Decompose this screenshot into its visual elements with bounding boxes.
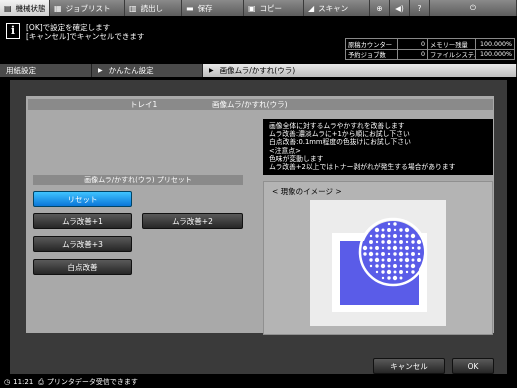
tab-machine-status[interactable]: ▤ 機械状態 [0, 0, 50, 16]
mura-plus3-button[interactable]: ムラ改善+3 [33, 236, 132, 252]
volume-icon[interactable]: ◀) [390, 0, 410, 16]
reserved-jobs-value: 0 [398, 50, 428, 59]
machine-icon: ▤ [4, 3, 12, 13]
filesystem-value: 100.000% [479, 51, 512, 58]
scan-icon: ◢ [308, 3, 315, 13]
description-line: <注意点> [269, 146, 301, 155]
mura-plus1-button[interactable]: ムラ改善+1 [33, 213, 132, 229]
white-spot-button[interactable]: 白点改善 [33, 259, 132, 275]
description-line: 白点改善:0.1mm程度の色抜けにお試し下さい [269, 138, 411, 147]
mura-plus2-button[interactable]: ムラ改善+2 [142, 213, 243, 229]
copy-icon: ▣ [248, 3, 256, 13]
tab-save[interactable]: ▬ 保存 [182, 0, 244, 16]
status-bar: ◷ 11:21 ⎙ プリンタデータ受信できます [0, 376, 517, 388]
tab-retrieve[interactable]: ▥ 読出し [125, 0, 182, 16]
image-preview-label: < 現象のイメージ > [272, 187, 342, 196]
globe-icon[interactable]: ⊕ [370, 0, 390, 16]
tab-copy[interactable]: ▣ コピー [244, 0, 304, 16]
filesystem-label: ファイルシステム残量 [428, 50, 476, 59]
cancel-button[interactable]: キャンセル [373, 358, 445, 374]
retrieve-icon: ▥ [129, 3, 137, 13]
message-line-2: [キャンセル]でキャンセルできます [26, 32, 145, 41]
ok-button[interactable]: OK [452, 358, 494, 374]
description-line: 画像全体に対するムラやかすれを改善します [269, 122, 405, 130]
breadcrumb-paper-setting[interactable]: 用紙設定 [0, 64, 92, 77]
tab-job-list[interactable]: ▦ ジョブリスト [50, 0, 125, 16]
memory-value: 100.000% [479, 40, 512, 48]
status-time: 11:21 [13, 378, 34, 386]
info-icon: i [6, 23, 20, 39]
reserved-jobs-label: 予約ジョブ数 [346, 50, 398, 59]
preset-title: 画像ムラ/かすれ(ウラ) プリセット [33, 175, 243, 185]
status-table: 原稿カウンター 0 メモリー残量 100.000% 予約ジョブ数 0 ファイルシ… [345, 38, 515, 60]
breadcrumb: 用紙設定 ▶ かんたん設定 ▶ 画像ムラ/かすれ(ウラ) [0, 64, 517, 77]
image-preview-box: < 現象のイメージ > [263, 181, 493, 335]
page-title: 画像ムラ/かすれ(ウラ) [212, 100, 288, 109]
memory-label: メモリー残量 [428, 39, 476, 49]
top-tab-bar: ▤ 機械状態 ▦ ジョブリスト ▥ 読出し ▬ 保存 ▣ コピー ◢ スキャン … [0, 0, 517, 16]
reset-button[interactable]: リセット [33, 191, 132, 207]
printer-icon: ⎙ [38, 377, 44, 386]
help-icon[interactable]: ? [410, 0, 430, 16]
chevron-right-icon: ▶ [98, 67, 103, 74]
description-line: ムラ改善+2以上ではトナー剥がれが発生する場合があります [269, 163, 456, 172]
original-counter-value: 0 [398, 39, 428, 49]
description-box: 画像全体に対するムラやかすれを改善します ムラ改善:濃淡ムラに+1から順にお試し… [263, 119, 493, 175]
breadcrumb-current: ▶ 画像ムラ/かすれ(ウラ) [203, 64, 517, 77]
section-header: トレイ1 画像ムラ/かすれ(ウラ) [28, 99, 493, 110]
phenomenon-illustration [310, 200, 446, 326]
tray-label: トレイ1 [130, 100, 158, 109]
power-icon[interactable]: ⏻ [430, 0, 517, 16]
original-counter-label: 原稿カウンター [346, 39, 398, 49]
job-list-icon: ▦ [54, 3, 62, 13]
chevron-right-icon: ▶ [209, 67, 214, 74]
clock-icon: ◷ [4, 378, 11, 386]
tab-scan[interactable]: ◢ スキャン [304, 0, 370, 16]
description-line: 色味が変動します [269, 154, 324, 163]
save-icon: ▬ [186, 3, 194, 13]
breadcrumb-easy-setting[interactable]: ▶ かんたん設定 [92, 64, 203, 77]
status-message: プリンタデータ受信できます [46, 378, 138, 386]
